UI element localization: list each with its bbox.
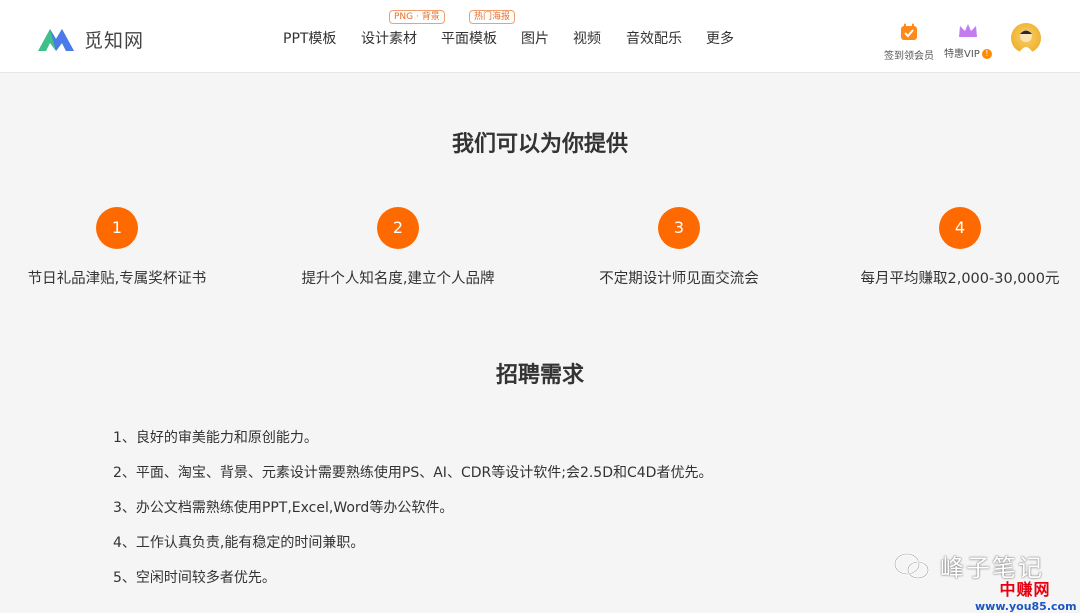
requirement-item: 4、工作认真负责,能有稳定的时间兼职。 xyxy=(113,535,365,551)
nav-more[interactable]: 更多 xyxy=(706,28,734,48)
offer-item-text: 提升个人知名度,建立个人品牌 xyxy=(301,271,495,287)
vip-badge: ! xyxy=(981,49,992,59)
number-badge: 4 xyxy=(939,207,981,249)
site-watermark-name: 中赚网 xyxy=(999,580,1051,599)
offer-item-text: 节日礼品津贴,专属奖杯证书 xyxy=(27,271,207,287)
number-badge: 1 xyxy=(96,207,138,249)
requirement-item: 5、空闲时间较多者优先。 xyxy=(113,570,276,586)
user-avatar[interactable] xyxy=(1011,23,1041,53)
nav-tag-png-background: PNG · 背景 xyxy=(389,10,445,24)
requirement-item: 1、良好的审美能力和原创能力。 xyxy=(113,430,318,446)
checkin-label: 签到领会员 xyxy=(884,51,934,62)
logo-text: 觅知网 xyxy=(84,29,145,52)
number-badge: 2 xyxy=(377,207,419,249)
number-badge: 3 xyxy=(658,207,700,249)
nav-tag-hot-posters: 热门海报 xyxy=(469,10,516,24)
offer-item-1: 1 节日礼品津贴,专属奖杯证书 xyxy=(0,207,247,288)
offer-item-text: 不定期设计师见面交流会 xyxy=(599,271,759,287)
offer-item-2: 2 提升个人知名度,建立个人品牌 xyxy=(268,207,528,288)
nav-images[interactable]: 图片 xyxy=(521,28,549,48)
requirements-list: 1、良好的审美能力和原创能力。 2、平面、淘宝、背景、元素设计需要熟练使用PS、… xyxy=(113,428,712,603)
nav-design-materials[interactable]: 设计素材 xyxy=(361,28,417,48)
nav-print-templates[interactable]: 平面模板 xyxy=(441,28,497,48)
checkin-button[interactable]: 签到领会员 xyxy=(884,22,934,62)
top-navigation-bar: 觅知网 PPT模板 设计素材 PNG · 背景 平面模板 热门海报 图片 视频 … xyxy=(0,0,1080,73)
offer-item-text: 每月平均赚取2,000-30,000元 xyxy=(860,271,1060,287)
requirement-item: 3、办公文档需熟练使用PPT,Excel,Word等办公软件。 xyxy=(113,500,454,516)
site-watermark-url: www.you85.com xyxy=(975,600,1077,613)
site-logo[interactable]: 觅知网 xyxy=(36,24,144,54)
nav-videos[interactable]: 视频 xyxy=(573,28,601,48)
crown-icon xyxy=(958,24,977,37)
vip-label: 特惠VIP xyxy=(944,49,980,60)
vip-button[interactable]: 特惠VIP! xyxy=(944,22,992,60)
calendar-icon xyxy=(901,23,917,40)
offer-item-3: 3 不定期设计师见面交流会 xyxy=(549,207,809,288)
avatar-face-icon xyxy=(1019,30,1033,53)
offer-item-4: 4 每月平均赚取2,000-30,000元 xyxy=(830,207,1080,288)
logo-icon xyxy=(38,29,74,51)
offer-section-title: 我们可以为你提供 xyxy=(451,132,628,157)
nav-ppt-templates[interactable]: PPT模板 xyxy=(283,28,336,48)
requirement-item: 2、平面、淘宝、背景、元素设计需要熟练使用PS、AI、CDR等设计软件;会2.5… xyxy=(113,465,713,481)
nav-sound-music[interactable]: 音效配乐 xyxy=(626,28,682,48)
requirements-section-title: 招聘需求 xyxy=(495,363,584,388)
site-watermark: 中赚网 www.you85.com xyxy=(975,576,1077,613)
wechat-icon xyxy=(893,552,930,579)
